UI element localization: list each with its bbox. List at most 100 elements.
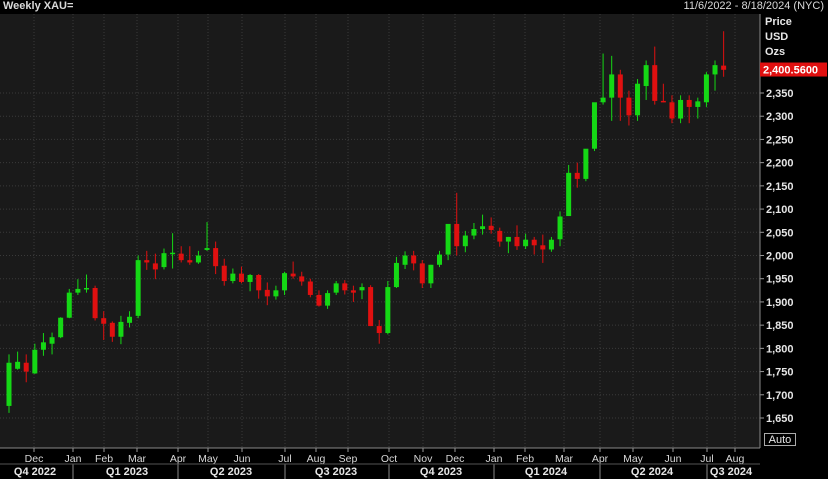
y-tick-label: 2,200 bbox=[766, 158, 794, 170]
candle-body bbox=[445, 223, 451, 255]
quarter-label: Q1 2023 bbox=[106, 466, 148, 478]
candle-body bbox=[75, 288, 81, 293]
month-label: Feb bbox=[516, 453, 534, 465]
candle-body bbox=[187, 260, 193, 263]
quarter-label: Q4 2023 bbox=[420, 466, 462, 478]
y-tick-label: 1,850 bbox=[766, 320, 794, 332]
month-label: Apr bbox=[592, 453, 609, 465]
quarter-label: Q2 2024 bbox=[631, 466, 674, 478]
candle-body bbox=[23, 362, 29, 372]
candle-body bbox=[548, 239, 554, 250]
y-tick-label: 1,750 bbox=[766, 367, 794, 379]
candle-body bbox=[6, 362, 12, 406]
candle-body bbox=[144, 260, 150, 263]
candle-body bbox=[247, 275, 253, 282]
candle-body bbox=[152, 263, 158, 270]
candle-body bbox=[635, 83, 641, 116]
candle-body bbox=[583, 148, 589, 179]
y-tick-label: 1,650 bbox=[766, 413, 794, 425]
candle-body bbox=[678, 99, 684, 119]
month-label: Oct bbox=[381, 453, 397, 465]
candle-body bbox=[523, 239, 529, 247]
candle-body bbox=[566, 172, 572, 217]
month-label: Apr bbox=[170, 453, 187, 465]
candle-body bbox=[368, 287, 374, 327]
candle-body bbox=[161, 253, 167, 268]
month-label: Dec bbox=[25, 453, 44, 465]
candle-body bbox=[721, 65, 727, 70]
y-tick-label: 1,700 bbox=[766, 390, 794, 402]
month-label: Aug bbox=[307, 453, 326, 465]
candle-body bbox=[350, 290, 356, 293]
candle-body bbox=[66, 292, 72, 318]
candle-body bbox=[299, 276, 305, 282]
month-label: Feb bbox=[95, 453, 113, 465]
y-tick-label: 2,350 bbox=[766, 88, 794, 100]
candle-body bbox=[49, 337, 55, 344]
candle-body bbox=[118, 321, 124, 337]
candle-body bbox=[221, 265, 227, 282]
month-label: Jul bbox=[278, 453, 291, 465]
candle-body bbox=[540, 245, 546, 250]
month-label: Jun bbox=[665, 453, 682, 465]
candle-body bbox=[290, 273, 296, 277]
candle-body bbox=[342, 283, 348, 291]
candle-body bbox=[256, 275, 262, 291]
y-tick-label: 2,300 bbox=[766, 111, 794, 123]
candle-body bbox=[626, 97, 632, 116]
y-tick-label: 2,250 bbox=[766, 134, 794, 146]
candle-body bbox=[376, 326, 382, 334]
quarter-label: Q2 2023 bbox=[210, 466, 252, 478]
candle-body bbox=[712, 65, 718, 75]
candle-body bbox=[531, 239, 537, 246]
candle-body bbox=[643, 65, 649, 87]
month-label: Jul bbox=[700, 453, 713, 465]
auto-scale-button[interactable]: Auto bbox=[764, 433, 796, 446]
candle-body bbox=[462, 235, 468, 247]
month-label: Dec bbox=[446, 453, 465, 465]
y-tick-label: 1,950 bbox=[766, 274, 794, 286]
candle-body bbox=[58, 317, 64, 338]
candle-body bbox=[264, 289, 270, 297]
month-label: May bbox=[623, 453, 644, 465]
candle-body bbox=[471, 229, 477, 236]
candle-body bbox=[703, 74, 709, 103]
candle-body bbox=[695, 101, 701, 107]
y-tick-label: 2,100 bbox=[766, 204, 794, 216]
quarter-label: Q3 2024 bbox=[710, 466, 753, 478]
candle-body bbox=[402, 255, 408, 265]
candle-body bbox=[273, 290, 279, 297]
candle-body bbox=[15, 361, 21, 369]
month-label: Mar bbox=[555, 453, 574, 465]
candle-body bbox=[359, 287, 365, 291]
candle-body bbox=[454, 223, 460, 247]
candle-body bbox=[617, 74, 623, 98]
y-tick-label: 2,150 bbox=[766, 181, 794, 193]
candle-body bbox=[213, 248, 219, 267]
candle-body bbox=[282, 273, 288, 291]
candle-body bbox=[505, 236, 511, 242]
candle-body bbox=[652, 65, 658, 101]
candle-body bbox=[109, 322, 115, 337]
candle-body bbox=[497, 230, 503, 242]
candlestick-chart[interactable]: 1,650 1,700 1,750 1,800 1,850 1,900 1,950 2,000… bbox=[0, 0, 828, 479]
candle-body bbox=[178, 253, 184, 261]
month-label: May bbox=[198, 453, 219, 465]
quarter-label: Q1 2024 bbox=[525, 466, 568, 478]
candle-body bbox=[325, 293, 331, 306]
candle-body bbox=[307, 281, 313, 295]
candle-body bbox=[437, 254, 442, 265]
month-label: Jan bbox=[65, 453, 82, 465]
y-tick-label: 1,800 bbox=[766, 343, 794, 355]
candle-body bbox=[170, 252, 176, 255]
quarter-label: Q4 2022 bbox=[14, 466, 56, 478]
candle-body bbox=[557, 216, 563, 240]
candle-body bbox=[32, 349, 38, 374]
candle-body bbox=[514, 236, 520, 247]
candle-body bbox=[419, 263, 425, 284]
candle-body bbox=[393, 262, 399, 288]
candle-body bbox=[411, 255, 417, 264]
y-tick-label: 1,900 bbox=[766, 297, 794, 309]
candle-body bbox=[333, 283, 339, 293]
candle-body bbox=[574, 172, 580, 179]
